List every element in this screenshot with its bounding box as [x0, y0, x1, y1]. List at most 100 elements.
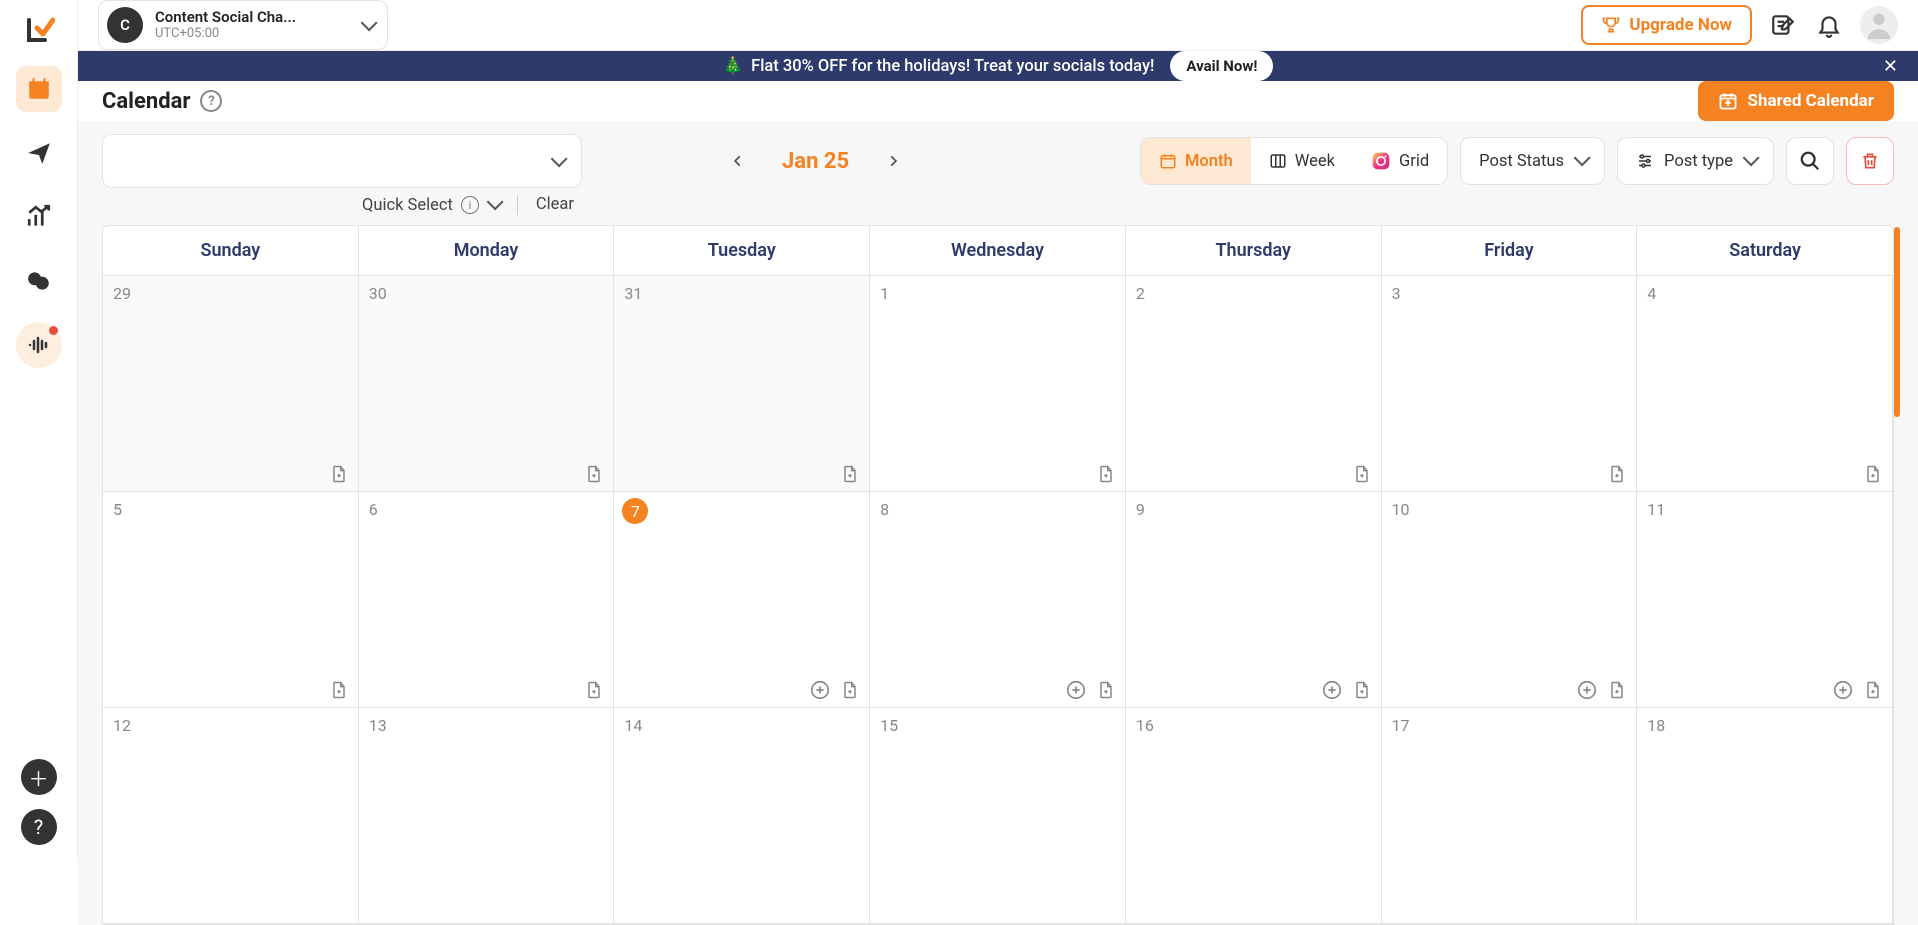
- workspace-selector[interactable]: C Content Social Cha... UTC+05:00: [98, 0, 388, 50]
- file-plus-icon: [584, 464, 604, 484]
- add-button[interactable]: ＋: [21, 759, 57, 795]
- trophy-icon: [1601, 15, 1621, 35]
- calendar-day-header: Thursday: [1126, 226, 1382, 276]
- calendar-cell[interactable]: 2: [1126, 276, 1382, 492]
- plus-circle-icon: [809, 679, 831, 701]
- file-plus-icon: [329, 464, 349, 484]
- day-number: 30: [369, 284, 387, 303]
- calendar-cell[interactable]: 11: [1637, 492, 1893, 708]
- add-post-button[interactable]: [1576, 679, 1598, 701]
- sidebar-item-inbox[interactable]: [16, 258, 62, 304]
- new-file-button[interactable]: [583, 679, 605, 701]
- calendar-cell[interactable]: 10: [1382, 492, 1638, 708]
- new-file-button[interactable]: [583, 463, 605, 485]
- calendar-cell[interactable]: 12: [103, 708, 359, 924]
- new-file-button[interactable]: [1606, 679, 1628, 701]
- file-plus-icon: [840, 464, 860, 484]
- add-post-button[interactable]: [1832, 679, 1854, 701]
- add-post-button[interactable]: [1065, 679, 1087, 701]
- calendar-cell[interactable]: 17: [1382, 708, 1638, 924]
- file-plus-icon: [1352, 680, 1372, 700]
- prev-month-button[interactable]: [724, 147, 752, 175]
- trash-icon: [1860, 151, 1880, 171]
- user-avatar[interactable]: [1860, 6, 1898, 44]
- calendar-cell[interactable]: 18: [1637, 708, 1893, 924]
- clear-button[interactable]: Clear: [536, 195, 574, 215]
- new-file-button[interactable]: [839, 679, 861, 701]
- calendar-cell[interactable]: 9: [1126, 492, 1382, 708]
- new-file-button[interactable]: [1862, 679, 1884, 701]
- calendar-cell[interactable]: 30: [359, 276, 615, 492]
- sidebar-item-publish[interactable]: [16, 130, 62, 176]
- day-number: 3: [1392, 284, 1401, 303]
- quick-select-button[interactable]: Quick Select i: [362, 195, 499, 215]
- calendar-cell[interactable]: 6: [359, 492, 615, 708]
- view-grid-button[interactable]: Grid: [1353, 138, 1447, 184]
- view-month-button[interactable]: Month: [1141, 138, 1251, 184]
- post-status-filter[interactable]: Post Status: [1460, 137, 1605, 185]
- next-month-button[interactable]: [879, 147, 907, 175]
- day-number: 15: [880, 716, 898, 735]
- upgrade-button[interactable]: Upgrade Now: [1581, 5, 1752, 45]
- banner-close-button[interactable]: ✕: [1883, 56, 1898, 77]
- new-file-button[interactable]: [1351, 679, 1373, 701]
- filter-select[interactable]: [102, 134, 582, 188]
- day-number: 16: [1136, 716, 1154, 735]
- view-week-button[interactable]: Week: [1251, 138, 1353, 184]
- month-label: Jan 25: [782, 149, 849, 174]
- post-type-filter[interactable]: Post type: [1617, 137, 1774, 185]
- paper-plane-icon: [26, 140, 52, 166]
- app-logo[interactable]: [21, 12, 57, 48]
- day-number: 6: [369, 500, 378, 519]
- sidebar-item-analytics[interactable]: [16, 194, 62, 240]
- add-post-button[interactable]: [1321, 679, 1343, 701]
- file-plus-icon: [1352, 464, 1372, 484]
- new-file-button[interactable]: [1862, 463, 1884, 485]
- sidebar-item-calendar[interactable]: [16, 66, 62, 112]
- notification-dot-icon: [49, 326, 58, 335]
- shared-calendar-button[interactable]: Shared Calendar: [1698, 81, 1894, 121]
- calendar-cell[interactable]: 15: [870, 708, 1126, 924]
- new-file-button[interactable]: [839, 463, 861, 485]
- search-button[interactable]: [1786, 137, 1834, 185]
- new-file-button[interactable]: [1606, 463, 1628, 485]
- new-file-button[interactable]: [328, 463, 350, 485]
- day-number: 31: [624, 284, 642, 303]
- calendar-cell[interactable]: 31: [614, 276, 870, 492]
- calendar-cell[interactable]: 1: [870, 276, 1126, 492]
- new-file-button[interactable]: [1095, 679, 1117, 701]
- calendar-cell[interactable]: 3: [1382, 276, 1638, 492]
- instagram-icon: [1371, 151, 1391, 171]
- calendar-cell[interactable]: 29: [103, 276, 359, 492]
- calendar-cell[interactable]: 7: [614, 492, 870, 708]
- sidebar-item-listening[interactable]: [16, 322, 62, 368]
- upgrade-label: Upgrade Now: [1629, 15, 1732, 35]
- calendar-cell[interactable]: 8: [870, 492, 1126, 708]
- day-number: 7: [622, 498, 648, 524]
- content-area: Jan 25 Month Week Grid: [78, 121, 1918, 925]
- calendar-day-header: Tuesday: [614, 226, 870, 276]
- help-circle-icon[interactable]: ?: [200, 90, 222, 112]
- banner-cta-button[interactable]: Avail Now!: [1170, 51, 1273, 81]
- plus-circle-icon: [1832, 679, 1854, 701]
- calendar-cell[interactable]: 5: [103, 492, 359, 708]
- file-plus-icon: [1096, 680, 1116, 700]
- notifications-button[interactable]: [1814, 10, 1844, 40]
- add-post-button[interactable]: [809, 679, 831, 701]
- compose-button[interactable]: [1768, 10, 1798, 40]
- new-file-button[interactable]: [1351, 463, 1373, 485]
- delete-button[interactable]: [1846, 137, 1894, 185]
- calendar-day-header: Sunday: [103, 226, 359, 276]
- tree-emoji-icon: 🎄: [723, 57, 744, 76]
- day-number: 13: [369, 716, 387, 735]
- calendar-cell[interactable]: 4: [1637, 276, 1893, 492]
- calendar-cell[interactable]: 13: [359, 708, 615, 924]
- file-plus-icon: [1863, 680, 1883, 700]
- scrollbar-indicator[interactable]: [1894, 227, 1900, 417]
- new-file-button[interactable]: [328, 679, 350, 701]
- calendar-cell[interactable]: 16: [1126, 708, 1382, 924]
- audio-wave-icon: [27, 333, 51, 357]
- help-button[interactable]: ?: [21, 809, 57, 845]
- new-file-button[interactable]: [1095, 463, 1117, 485]
- calendar-cell[interactable]: 14: [614, 708, 870, 924]
